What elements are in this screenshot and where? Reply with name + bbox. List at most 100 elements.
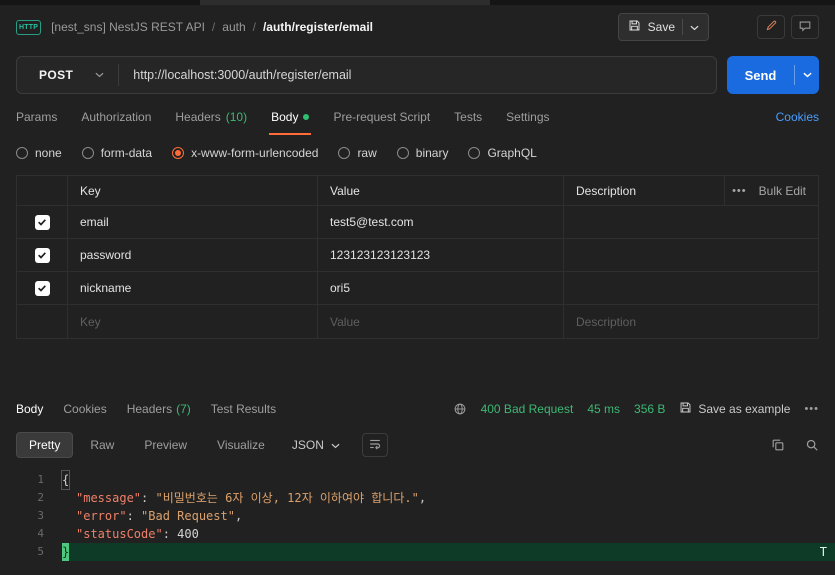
cell-key-placeholder[interactable]: Key — [67, 305, 317, 338]
tab-pre-request-script[interactable]: Pre-request Script — [333, 99, 430, 135]
save-icon — [628, 19, 641, 35]
request-header: HTTP [nest_sns] NestJS REST API / auth /… — [0, 5, 835, 49]
response-tab-test-results[interactable]: Test Results — [211, 402, 276, 416]
tab-settings[interactable]: Settings — [506, 99, 549, 135]
form-urlencoded-table: Key Value Description ••• Bulk Edit emai… — [16, 175, 819, 339]
radio-icon — [16, 147, 28, 159]
response-headers-count: (7) — [176, 402, 191, 416]
body-type-binary[interactable]: binary — [396, 146, 448, 160]
code-line: 1 { — [0, 470, 835, 490]
code-line: 2 "message": "비밀번호는 6자 이상, 12자 이하여야 합니다.… — [0, 489, 835, 507]
cell-description[interactable] — [563, 272, 818, 304]
cell-description[interactable] — [563, 239, 818, 271]
tab-headers[interactable]: Headers (10) — [175, 99, 247, 135]
response-time[interactable]: 45 ms — [587, 402, 620, 416]
body-type-raw[interactable]: raw — [338, 146, 377, 160]
comment-icon — [798, 19, 812, 36]
format-label: JSON — [291, 438, 324, 452]
body-type-selector: none form-data x-www-form-urlencoded raw… — [0, 135, 835, 171]
view-raw-button[interactable]: Raw — [77, 432, 127, 458]
code-line: 3 "error": "Bad Request", — [0, 507, 835, 525]
cell-value[interactable]: ori5 — [317, 272, 563, 304]
response-toolbar: Pretty Raw Preview Visualize JSON — [0, 427, 835, 463]
row-checkbox-checked[interactable] — [34, 247, 50, 263]
cell-value[interactable]: 123123123123123 — [317, 239, 563, 271]
radio-icon — [396, 147, 409, 159]
url-bar: POST http://localhost:3000/auth/register… — [16, 56, 717, 94]
header-actions: Save — [617, 13, 819, 41]
table-header-actions: ••• Bulk Edit — [724, 176, 818, 205]
radio-icon — [338, 147, 351, 159]
table-row-nickname: nickname ori5 — [17, 272, 818, 305]
line-number: 5 — [37, 545, 44, 558]
save-button[interactable]: Save — [617, 13, 709, 41]
url-input[interactable]: http://localhost:3000/auth/register/emai… — [119, 68, 716, 82]
window-tab-strip — [0, 0, 835, 5]
breadcrumb: [nest_sns] NestJS REST API / auth / /aut… — [51, 20, 373, 34]
breadcrumb-request-name: /auth/register/email — [262, 20, 374, 34]
cookies-link[interactable]: Cookies — [776, 110, 819, 124]
response-more-options-button[interactable]: ••• — [804, 403, 819, 415]
cell-key[interactable]: password — [67, 239, 317, 271]
response-status[interactable]: 400 Bad Request — [481, 402, 574, 416]
search-icon[interactable] — [805, 438, 819, 452]
tab-tests[interactable]: Tests — [454, 99, 482, 135]
cell-key[interactable]: email — [67, 206, 317, 238]
response-header: Body Cookies Headers (7) Test Results 400… — [0, 391, 835, 427]
request-tabs: Params Authorization Headers (10) Body Pr… — [16, 99, 550, 135]
bulk-edit-button[interactable]: Bulk Edit — [759, 184, 806, 198]
table-more-options-button[interactable]: ••• — [732, 185, 747, 197]
comments-button[interactable] — [791, 15, 819, 39]
response-tab-headers[interactable]: Headers (7) — [127, 402, 191, 416]
body-type-graphql[interactable]: GraphQL — [468, 146, 537, 160]
view-visualize-button[interactable]: Visualize — [204, 432, 278, 458]
cell-value[interactable]: test5@test.com — [317, 206, 563, 238]
breadcrumb-separator: / — [252, 20, 256, 34]
code-line: 4 "statusCode": 400 — [0, 525, 835, 543]
save-options-chevron-icon[interactable] — [690, 20, 699, 34]
row-checkbox-checked[interactable] — [34, 280, 50, 296]
rename-button[interactable] — [757, 15, 785, 39]
globe-icon[interactable] — [453, 402, 467, 416]
radio-selected-icon — [172, 147, 185, 159]
save-button-label: Save — [647, 20, 675, 34]
code-line-selected: 5 } T — [0, 543, 835, 561]
tab-params[interactable]: Params — [16, 99, 57, 135]
cell-value-placeholder[interactable]: Value — [317, 305, 563, 338]
cell-description-placeholder[interactable]: Description — [563, 305, 818, 338]
table-header-row: Key Value Description ••• Bulk Edit — [17, 176, 818, 206]
copy-icon[interactable] — [771, 438, 785, 452]
wrap-text-button[interactable] — [361, 433, 388, 457]
check-icon — [38, 252, 46, 259]
column-header-key: Key — [67, 176, 317, 205]
request-bar: POST http://localhost:3000/auth/register… — [0, 49, 835, 99]
response-body-editor[interactable]: 1 { 2 "message": "비밀번호는 6자 이상, 12자 이하여야 … — [0, 463, 835, 575]
tab-body[interactable]: Body — [269, 99, 312, 135]
format-selector[interactable]: JSON — [282, 438, 350, 452]
send-button[interactable]: Send — [727, 56, 819, 94]
body-type-none[interactable]: none — [16, 146, 62, 160]
breadcrumb-folder[interactable]: auth — [222, 20, 245, 34]
text-cursor: } — [62, 543, 70, 561]
response-size[interactable]: 356 B — [634, 402, 665, 416]
cell-description[interactable] — [563, 206, 818, 238]
breadcrumb-separator: / — [211, 20, 216, 34]
view-pretty-button[interactable]: Pretty — [16, 432, 74, 458]
save-as-example-button[interactable]: Save as example — [679, 401, 790, 417]
body-type-form-data[interactable]: form-data — [81, 146, 152, 160]
tab-authorization[interactable]: Authorization — [81, 99, 151, 135]
method-selector[interactable]: POST — [17, 57, 118, 93]
radio-icon — [81, 147, 94, 159]
save-icon — [679, 401, 692, 417]
send-options-chevron-icon[interactable] — [795, 72, 819, 78]
cell-key[interactable]: nickname — [67, 272, 317, 304]
response-tab-cookies[interactable]: Cookies — [63, 402, 106, 416]
response-tab-body[interactable]: Body — [16, 402, 43, 416]
active-tab-indicator[interactable] — [200, 0, 490, 5]
view-preview-button[interactable]: Preview — [131, 432, 200, 458]
line-number: 4 — [37, 527, 44, 540]
row-checkbox-checked[interactable] — [34, 214, 50, 230]
breadcrumb-collection[interactable]: [nest_sns] NestJS REST API — [51, 20, 205, 34]
body-type-x-www-form-urlencoded[interactable]: x-www-form-urlencoded — [172, 146, 318, 160]
headers-count: (10) — [225, 110, 248, 124]
